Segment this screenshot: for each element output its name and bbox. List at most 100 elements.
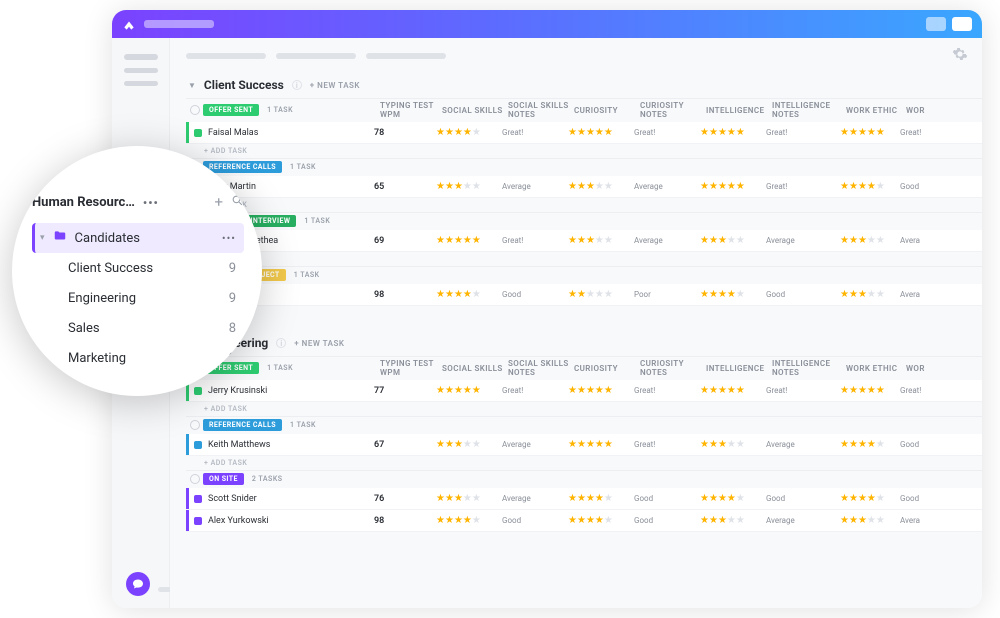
social-skills-note[interactable]: Average: [502, 494, 568, 503]
star-rating[interactable]: ★★★★★: [700, 516, 745, 526]
work-ethic-note[interactable]: Great!: [900, 386, 940, 395]
task-row[interactable]: Jerry Krusinski77★★★★★Great!★★★★★Great!★…: [186, 380, 982, 402]
star-rating[interactable]: ★★★★★: [840, 236, 885, 246]
curiosity-note[interactable]: Good: [634, 516, 700, 525]
social-skills-note[interactable]: Great!: [502, 386, 568, 395]
item-more-icon[interactable]: •••: [222, 232, 236, 245]
column-header[interactable]: TYPING TEST WPM: [380, 101, 442, 119]
column-header[interactable]: WOR: [906, 364, 946, 373]
column-header[interactable]: WORK ETHIC: [846, 106, 906, 115]
space-title[interactable]: Human Resourc…: [32, 195, 135, 210]
new-task-button[interactable]: + NEW TASK: [294, 339, 344, 348]
add-folder-icon[interactable]: +: [214, 195, 223, 210]
sidebar-item-engineering[interactable]: Engineering9: [32, 283, 244, 313]
star-rating[interactable]: ★★★★★: [568, 440, 613, 450]
intelligence-rating[interactable]: ★★★★★: [700, 386, 766, 396]
add-task-button[interactable]: + ADD TASK: [186, 306, 982, 320]
task-row[interactable]: Alexandra Bethea69★★★★★Great!★★★★★Averag…: [186, 230, 982, 252]
column-header[interactable]: WOR: [906, 106, 946, 115]
star-rating[interactable]: ★★★★★: [700, 128, 745, 138]
social-skills-rating[interactable]: ★★★★★: [436, 494, 502, 504]
star-rating[interactable]: ★★★★★: [568, 516, 613, 526]
star-rating[interactable]: ★★★★★: [568, 386, 613, 396]
add-task-button[interactable]: + ADD TASK: [186, 198, 982, 212]
work-ethic-note[interactable]: Good: [900, 494, 940, 503]
work-ethic-note[interactable]: Avera: [900, 290, 940, 299]
curiosity-note[interactable]: Poor: [634, 290, 700, 299]
social-skills-note[interactable]: Great!: [502, 236, 568, 245]
section-header[interactable]: ▼Client Successi+ NEW TASK: [186, 74, 982, 98]
chevron-down-icon[interactable]: ▼: [188, 81, 196, 90]
work-ethic-rating[interactable]: ★★★★★: [840, 236, 900, 246]
chevron-down-icon[interactable]: ▾: [40, 233, 45, 243]
star-rating[interactable]: ★★★★★: [436, 182, 481, 192]
info-icon[interactable]: i: [292, 80, 302, 90]
work-ethic-note[interactable]: Good: [900, 182, 940, 191]
task-row[interactable]: Keith Matthews67★★★★★Average★★★★★Great!★…: [186, 434, 982, 456]
intelligence-note[interactable]: Good: [766, 290, 840, 299]
work-ethic-rating[interactable]: ★★★★★: [840, 386, 900, 396]
column-header[interactable]: INTELLIGENCE NOTES: [772, 359, 846, 377]
intelligence-rating[interactable]: ★★★★★: [700, 516, 766, 526]
wpm-value[interactable]: 67: [374, 440, 436, 450]
work-ethic-rating[interactable]: ★★★★★: [840, 516, 900, 526]
intelligence-rating[interactable]: ★★★★★: [700, 182, 766, 192]
star-rating[interactable]: ★★★★★: [840, 128, 885, 138]
status-indicator-icon[interactable]: [194, 441, 202, 449]
collapse-ring-icon[interactable]: [190, 420, 200, 430]
column-header[interactable]: SOCIAL SKILLS: [442, 106, 508, 115]
intelligence-note[interactable]: Average: [766, 516, 840, 525]
work-ethic-rating[interactable]: ★★★★★: [840, 290, 900, 300]
candidate-name[interactable]: Alex Yurkowski: [208, 516, 374, 526]
space-more-icon[interactable]: •••: [143, 196, 159, 210]
curiosity-note[interactable]: Good: [634, 494, 700, 503]
task-row[interactable]: Faisal Malas78★★★★★Great!★★★★★Great!★★★★…: [186, 122, 982, 144]
star-rating[interactable]: ★★★★★: [436, 516, 481, 526]
star-rating[interactable]: ★★★★★: [436, 386, 481, 396]
status-pill[interactable]: ON SITE: [203, 473, 244, 485]
intelligence-note[interactable]: Good: [766, 494, 840, 503]
wpm-value[interactable]: 65: [374, 182, 436, 192]
work-ethic-rating[interactable]: ★★★★★: [840, 440, 900, 450]
curiosity-rating[interactable]: ★★★★★: [568, 440, 634, 450]
star-rating[interactable]: ★★★★★: [840, 440, 885, 450]
curiosity-rating[interactable]: ★★★★★: [568, 386, 634, 396]
gear-icon[interactable]: [952, 46, 968, 66]
star-rating[interactable]: ★★★★★: [840, 182, 885, 192]
candidate-name[interactable]: Keith Matthews: [208, 440, 374, 450]
status-pill[interactable]: REFERENCE CALLS: [203, 161, 282, 173]
work-ethic-note[interactable]: Avera: [900, 516, 940, 525]
star-rating[interactable]: ★★★★★: [700, 182, 745, 192]
star-rating[interactable]: ★★★★★: [700, 236, 745, 246]
section-header[interactable]: ▼Engineeringi+ NEW TASK: [186, 332, 982, 356]
intelligence-rating[interactable]: ★★★★★: [700, 290, 766, 300]
social-skills-note[interactable]: Good: [502, 290, 568, 299]
curiosity-rating[interactable]: ★★★★★: [568, 516, 634, 526]
info-icon[interactable]: i: [276, 338, 286, 348]
curiosity-rating[interactable]: ★★★★★: [568, 182, 634, 192]
star-rating[interactable]: ★★★★★: [700, 290, 745, 300]
star-rating[interactable]: ★★★★★: [568, 128, 613, 138]
social-skills-rating[interactable]: ★★★★★: [436, 128, 502, 138]
social-skills-note[interactable]: Average: [502, 182, 568, 191]
column-header[interactable]: CURIOSITY: [574, 364, 640, 373]
intelligence-note[interactable]: Great!: [766, 128, 840, 137]
column-header[interactable]: WORK ETHIC: [846, 364, 906, 373]
social-skills-rating[interactable]: ★★★★★: [436, 236, 502, 246]
work-ethic-note[interactable]: Avera: [900, 236, 940, 245]
new-task-button[interactable]: + NEW TASK: [310, 81, 360, 90]
curiosity-note[interactable]: Average: [634, 182, 700, 191]
task-row[interactable]: Zack Martin65★★★★★Average★★★★★Average★★★…: [186, 176, 982, 198]
wpm-value[interactable]: 98: [374, 516, 436, 526]
task-row[interactable]: Alex Yurkowski98★★★★★Good★★★★★Good★★★★★A…: [186, 510, 982, 532]
candidate-name[interactable]: Scott Snider: [208, 494, 374, 504]
star-rating[interactable]: ★★★★★: [700, 386, 745, 396]
star-rating[interactable]: ★★★★★: [700, 440, 745, 450]
sidebar-item-client-success[interactable]: Client Success9: [32, 253, 244, 283]
column-header[interactable]: SOCIAL SKILLS NOTES: [508, 359, 574, 377]
column-header[interactable]: INTELLIGENCE NOTES: [772, 101, 846, 119]
intelligence-rating[interactable]: ★★★★★: [700, 236, 766, 246]
chat-fab[interactable]: [126, 572, 150, 596]
star-rating[interactable]: ★★★★★: [840, 386, 885, 396]
wpm-value[interactable]: 98: [374, 290, 436, 300]
